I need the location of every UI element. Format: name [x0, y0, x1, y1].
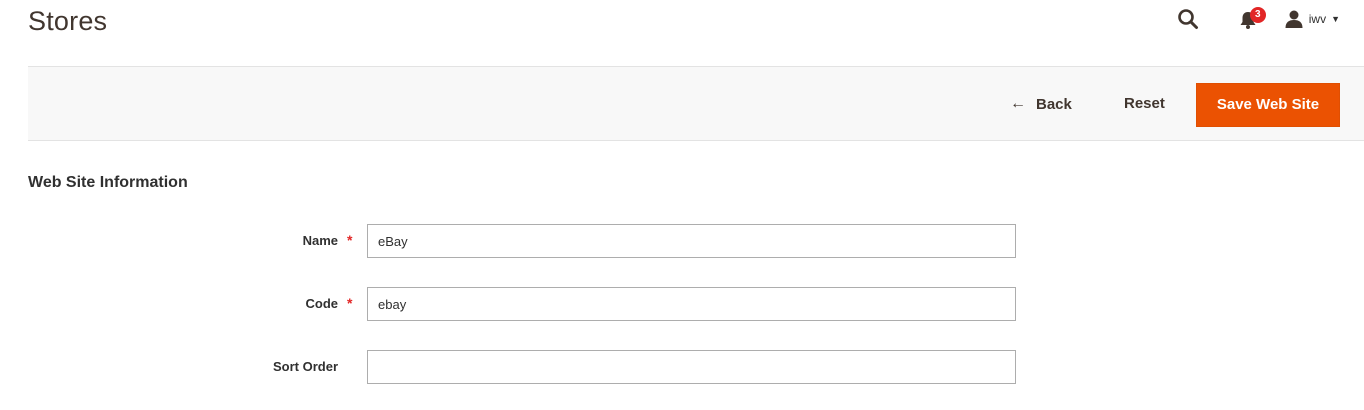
search-button[interactable] [1177, 8, 1199, 30]
header-actions: 3 iwv ▼ [1177, 6, 1340, 32]
user-icon [1285, 10, 1303, 28]
page-header: Stores 3 iwv ▼ [0, 0, 1364, 66]
code-label: Code [305, 296, 339, 311]
sort-order-input[interactable] [367, 350, 1016, 384]
back-button-label: Back [1036, 95, 1072, 113]
page-title: Stores [28, 6, 108, 36]
notifications-button[interactable]: 3 [1239, 7, 1266, 30]
page-actions-toolbar: ← Back Reset Save Web Site [28, 66, 1364, 141]
reset-button[interactable]: Reset [1124, 95, 1165, 112]
notification-count-badge: 3 [1249, 7, 1266, 23]
section-title: Web Site Information [28, 174, 188, 191]
save-web-site-button[interactable]: Save Web Site [1196, 83, 1340, 127]
sort-order-field-row: Sort Order [0, 350, 1364, 384]
user-name: iwv [1308, 12, 1327, 26]
code-field-row: Code * [0, 287, 1364, 321]
name-field-row: Name * [0, 224, 1364, 258]
sort-order-label: Sort Order [272, 359, 338, 374]
name-label: Name [302, 233, 338, 248]
name-input[interactable] [367, 224, 1016, 258]
required-indicator: * [347, 232, 353, 248]
chevron-down-icon: ▼ [1331, 14, 1340, 24]
code-input[interactable] [367, 287, 1016, 321]
required-indicator: * [347, 295, 353, 311]
user-menu-button[interactable]: iwv ▼ [1285, 10, 1340, 28]
back-button[interactable]: ← Back [1010, 95, 1072, 113]
arrow-left-icon: ← [1010, 95, 1026, 112]
search-icon [1177, 9, 1198, 29]
